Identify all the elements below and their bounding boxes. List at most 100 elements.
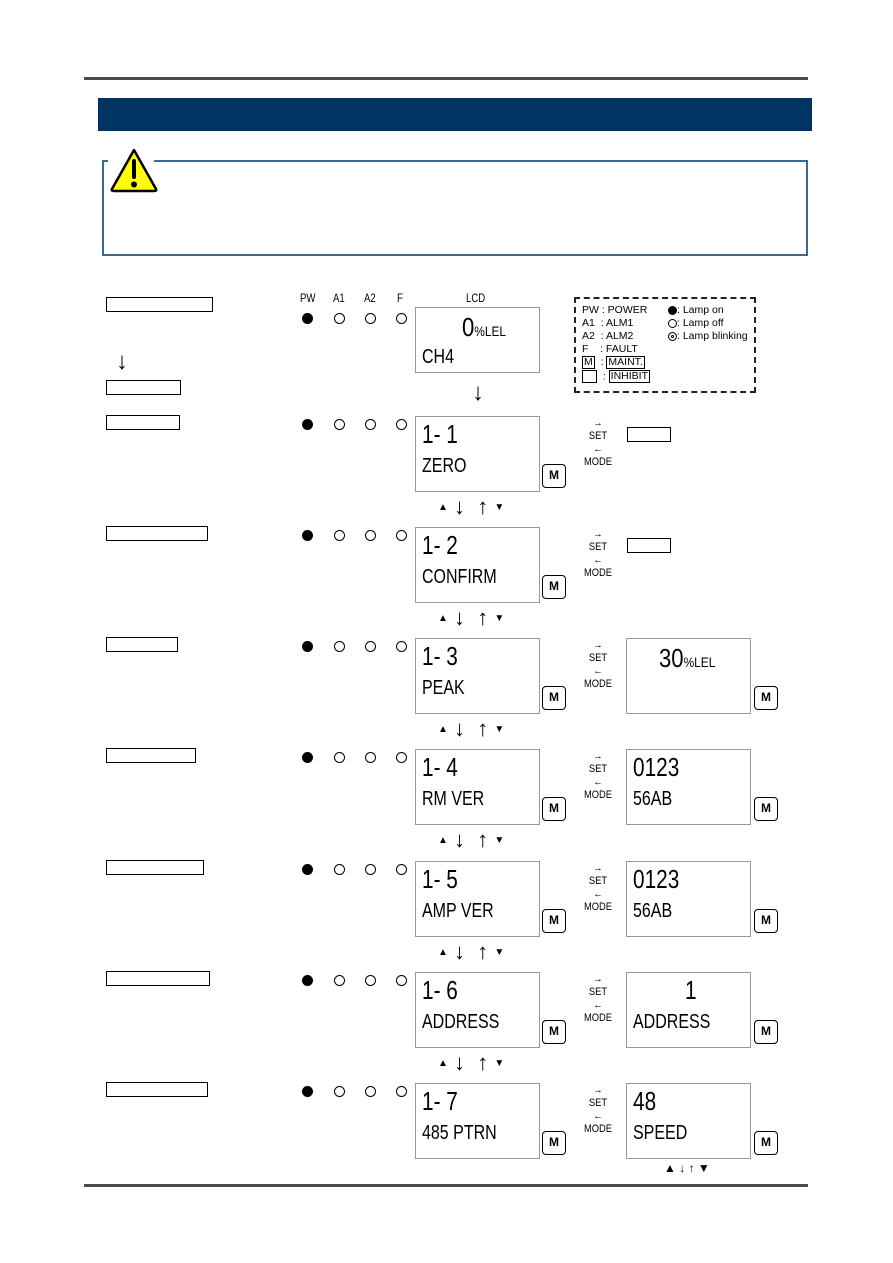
down-key-icon[interactable]: ▼ <box>494 502 504 513</box>
right-arrow-icon: → <box>593 973 603 985</box>
left-arrow-icon: ← <box>593 665 603 677</box>
lcd-header: LCD <box>466 291 486 305</box>
section-title-bar <box>98 98 812 131</box>
step-label-box <box>106 297 213 312</box>
up-arrow-icon: ↑ <box>477 494 489 519</box>
right-arrow-icon: → <box>593 1084 603 1096</box>
up-key-icon[interactable]: ▲ <box>438 1058 448 1069</box>
detail-value: 0123 <box>633 864 680 894</box>
scroll-arrows: ▲ ↓ ↑ ▼ <box>664 1161 710 1175</box>
mode-key-button[interactable]: M <box>754 686 778 710</box>
lcd-menu-name: CONFIRM <box>422 566 497 588</box>
lcd-display-detail: 48 SPEED <box>626 1083 751 1159</box>
left-arrow-icon: ← <box>593 999 603 1011</box>
mode-label: MODE <box>583 789 613 801</box>
set-mode-nav: → SET ← MODE <box>581 417 615 469</box>
down-arrow-icon: ↓ <box>454 716 466 741</box>
up-arrow-icon: ↑ <box>477 939 489 964</box>
down-key-icon[interactable]: ▼ <box>494 947 504 958</box>
left-arrow-icon: ← <box>593 554 603 566</box>
lcd-menu-number: 1- 7 <box>422 1086 458 1116</box>
lamp-pw <box>302 975 313 986</box>
up-key-icon[interactable]: ▲ <box>438 502 448 513</box>
lamp-a1 <box>334 864 345 875</box>
lcd-menu-name: ADDRESS <box>422 1011 500 1033</box>
header-rule <box>84 77 808 80</box>
lamp-pw <box>302 752 313 763</box>
footer-rule <box>84 1184 808 1187</box>
down-key-icon[interactable]: ▼ <box>698 1161 710 1175</box>
down-arrow-icon: ↓ <box>454 939 466 964</box>
step-label-box <box>106 415 180 430</box>
down-key-icon[interactable]: ▼ <box>494 1058 504 1069</box>
lamp-a1 <box>334 975 345 986</box>
lamp-a1 <box>334 641 345 652</box>
down-key-icon[interactable]: ▼ <box>494 724 504 735</box>
lcd-display-menu: 1- 5 AMP VER <box>415 861 540 937</box>
up-key-icon[interactable]: ▲ <box>664 1161 676 1175</box>
scroll-arrows: ▲ ↓ ↑ ▼ <box>438 496 504 519</box>
mode-key-button[interactable]: M <box>754 1131 778 1155</box>
mode-key-button[interactable]: M <box>542 1020 566 1044</box>
set-label: SET <box>588 875 608 887</box>
mode-key-button[interactable]: M <box>542 686 566 710</box>
legend-box: PW : POWER A1 : ALM1 A2 : ALM2 F : FAULT… <box>574 297 756 393</box>
up-key-icon[interactable]: ▲ <box>438 947 448 958</box>
mode-key-button[interactable]: M <box>754 797 778 821</box>
mode-key-button[interactable]: M <box>542 575 566 599</box>
mode-key-button[interactable]: M <box>542 1131 566 1155</box>
up-arrow-icon: ↑ <box>688 1161 695 1175</box>
lcd-display-detail: 30%LEL <box>626 638 751 714</box>
left-arrow-icon: ← <box>593 443 603 455</box>
lcd-display-menu: 1- 6 ADDRESS <box>415 972 540 1048</box>
lamp-pw <box>302 864 313 875</box>
lamp-a1 <box>334 313 345 324</box>
scroll-arrows: ▲ ↓ ↑ ▼ <box>438 1052 504 1075</box>
right-arrow-icon: → <box>593 750 603 762</box>
down-arrow-icon: ↓ <box>116 348 128 375</box>
up-key-icon[interactable]: ▲ <box>438 613 448 624</box>
lamp-f <box>396 975 407 986</box>
up-key-icon[interactable]: ▲ <box>438 835 448 846</box>
detail-label: 56AB <box>633 788 673 810</box>
left-arrow-icon: ← <box>593 776 603 788</box>
right-arrow-icon: → <box>593 528 603 540</box>
mode-label: MODE <box>583 678 613 690</box>
lamp-f <box>396 313 407 324</box>
set-mode-nav: → SET ← MODE <box>581 750 615 802</box>
lamp-f <box>396 641 407 652</box>
mode-key-button[interactable]: M <box>542 464 566 488</box>
lamp-f <box>396 752 407 763</box>
mode-key-button[interactable]: M <box>754 1020 778 1044</box>
lamp-a1 <box>334 752 345 763</box>
lamp-header-a1: A1 <box>333 291 345 305</box>
lamp-pw <box>302 641 313 652</box>
lcd-menu-name: ZERO <box>422 455 467 477</box>
lcd-display-detail: 1 ADDRESS <box>626 972 751 1048</box>
step-label-box <box>106 860 204 875</box>
down-key-icon[interactable]: ▼ <box>494 613 504 624</box>
left-arrow-icon: ← <box>593 1110 603 1122</box>
lcd-menu-name: RM VER <box>422 788 485 810</box>
lamp-f <box>396 419 407 430</box>
lamp-header-pw: PW <box>300 291 316 305</box>
lamp-a1 <box>334 530 345 541</box>
lamp-pw <box>302 313 313 324</box>
lcd-menu-number: 1- 4 <box>422 752 458 782</box>
detail-unit: %LEL <box>683 654 716 670</box>
action-label-box <box>627 538 671 553</box>
detail-value: 1 <box>685 975 697 1005</box>
mode-key-button[interactable]: M <box>542 909 566 933</box>
mode-key-button[interactable]: M <box>542 797 566 821</box>
warning-triangle-icon <box>110 148 158 193</box>
lamp-f <box>396 1086 407 1097</box>
step-label-box <box>106 526 208 541</box>
down-key-icon[interactable]: ▼ <box>494 835 504 846</box>
mode-key-button[interactable]: M <box>754 909 778 933</box>
lamp-a1 <box>334 1086 345 1097</box>
set-mode-nav: → SET ← MODE <box>581 1084 615 1136</box>
lamp-a2 <box>365 530 376 541</box>
step-label-box <box>106 971 210 986</box>
scroll-arrows: ▲ ↓ ↑ ▼ <box>438 718 504 741</box>
up-key-icon[interactable]: ▲ <box>438 724 448 735</box>
